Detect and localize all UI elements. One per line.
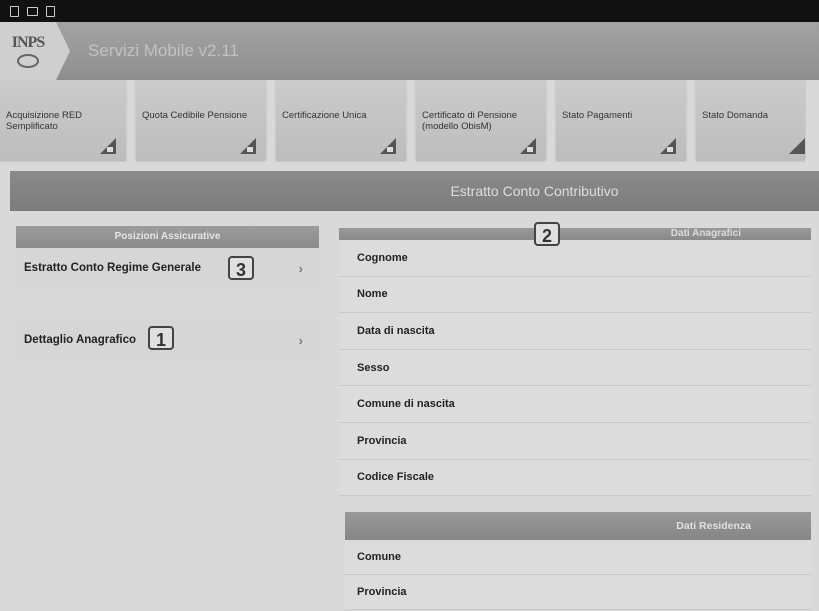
tile-label: Certificato di Pensione (modello ObisM) <box>422 110 518 132</box>
tile-label: Certificazione Unica <box>282 110 367 121</box>
document-icon <box>660 138 676 154</box>
field-row: Comune di nascita <box>339 386 811 423</box>
sim-icon <box>10 5 19 17</box>
field-row: Cognome <box>339 240 811 277</box>
field-row: Sesso <box>339 349 811 387</box>
dati-anagrafici-panel: Dati Anagrafici 2 Cognome Nome Data di n… <box>339 222 811 497</box>
panel-header: Dati Anagrafici <box>339 228 811 240</box>
field-row: Nome <box>339 276 811 314</box>
document-icon <box>240 138 256 154</box>
field-row: Codice Fiscale <box>339 459 811 497</box>
logo-text: INPS <box>11 34 45 51</box>
clipboard-icon <box>46 5 55 17</box>
field-row: Comune <box>345 540 811 575</box>
tile-certificazione-unica[interactable]: Certificazione Unica <box>276 80 406 160</box>
chevron-right-icon: › <box>298 260 303 276</box>
tile-certificato-pensione[interactable]: Certificato di Pensione (modello ObisM) <box>416 80 546 160</box>
list-item-label: Dettaglio Anagrafico <box>24 334 137 346</box>
dati-residenza-panel: Dati Residenza Comune Provincia <box>345 512 811 610</box>
app-bar: INPS Servizi Mobile v2.11 <box>0 22 819 80</box>
section-header: Estratto Conto Contributivo <box>10 171 819 211</box>
callout-badge: 1 <box>148 326 174 350</box>
document-icon <box>100 138 116 154</box>
tile-quota-cedibile[interactable]: Quota Cedibile Pensione <box>136 80 266 160</box>
list-item-dettaglio-anagrafico[interactable]: Dettaglio Anagrafico 1 › <box>16 320 319 360</box>
tile-acquisizione-red[interactable]: Acquisizione RED Semplificato <box>0 80 126 160</box>
inps-logo[interactable]: INPS <box>0 22 70 80</box>
app-title: Servizi Mobile v2.11 <box>88 41 239 60</box>
callout-badge: 3 <box>228 256 254 280</box>
document-icon <box>789 138 805 154</box>
tile-stato-pagamenti[interactable]: Stato Pagamenti <box>556 80 686 160</box>
logo-swirl-icon <box>17 54 39 68</box>
document-icon <box>520 138 536 154</box>
callout-badge: 2 <box>534 222 560 246</box>
tile-stato-domanda[interactable]: Stato Domanda <box>696 80 805 160</box>
field-row: Provincia <box>339 422 811 460</box>
tile-label: Acquisizione RED Semplificato <box>6 110 83 132</box>
tile-label: Stato Pagamenti <box>562 110 633 121</box>
field-row: Provincia <box>345 575 811 610</box>
status-bar <box>0 0 819 22</box>
list-item-label: Estratto Conto Regime Generale <box>24 262 202 274</box>
field-row: Data di nascita <box>339 313 811 350</box>
tile-label: Quota Cedibile Pensione <box>142 110 248 121</box>
list-item-estratto-conto[interactable]: Estratto Conto Regime Generale 3 › <box>16 248 319 288</box>
tile-label: Stato Domanda <box>702 110 769 121</box>
panel-header: Posizioni Assicurative <box>16 226 319 248</box>
chevron-right-icon: › <box>298 332 303 348</box>
panel-header: Dati Residenza <box>345 512 811 540</box>
posizioni-panel: Posizioni Assicurative Estratto Conto Re… <box>16 226 319 360</box>
screen-icon <box>27 6 38 16</box>
section-title: Estratto Conto Contributivo <box>450 183 619 199</box>
service-tiles: Acquisizione RED Semplificato Quota Cedi… <box>0 80 819 164</box>
document-icon <box>380 138 396 154</box>
